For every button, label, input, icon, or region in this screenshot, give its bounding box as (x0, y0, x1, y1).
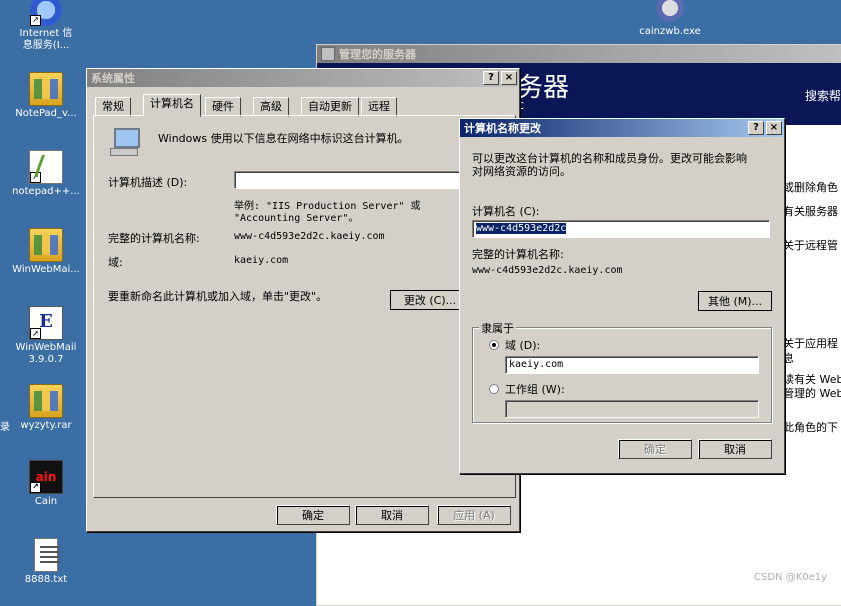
close-button[interactable]: × (766, 121, 782, 135)
dialog-title: 系统属性 (91, 72, 135, 85)
desktop-icon-label: 8888.txt (24, 574, 68, 585)
computer-name-selected-text: www-c4d593e2d2c (476, 223, 567, 234)
desktop-icon-label: notepad++... (12, 186, 80, 197)
side-text[interactable]: 此角色的下 (783, 419, 838, 435)
window-title: 管理您的服务器 (339, 48, 416, 61)
computer-name-label: 计算机名 (C): (472, 205, 540, 218)
description-label: 计算机描述 (D): (108, 176, 188, 189)
computer-name-change-titlebar[interactable]: 计算机名称更改 ? × (460, 119, 784, 137)
server-icon (321, 47, 335, 61)
member-of-label: 隶属于 (479, 320, 516, 336)
search-help-link[interactable]: 搜索帮 (805, 87, 841, 104)
tab-computer-name[interactable]: 计算机名 (143, 94, 201, 117)
desktop-icon-label: cainzwb.exe (639, 26, 701, 37)
tab-automatic-updates[interactable]: 自动更新 (301, 97, 359, 117)
folder-archive-icon (29, 228, 63, 262)
domain-radio[interactable] (489, 340, 499, 350)
workgroup-radio[interactable] (489, 384, 499, 394)
tab-hardware[interactable]: 硬件 (205, 97, 241, 117)
workgroup-radio-label[interactable]: 工作组 (W): (505, 381, 565, 397)
side-text[interactable]: 关于远程管 (783, 237, 838, 253)
iis-icon: ↗ (30, 0, 62, 26)
text-file-icon (34, 538, 60, 572)
member-of-group: 隶属于 域 (D): kaeiy.com 工作组 (W): (472, 320, 772, 423)
notepadpp-icon: ↗ (29, 150, 63, 184)
full-name-value: www-c4d593e2d2c.kaeiy.com (472, 265, 623, 276)
ok-button[interactable]: 确定 (276, 505, 350, 525)
desktop-icon-wyzyty[interactable]: wyzyty.rar (6, 384, 86, 432)
rar-archive-icon (29, 384, 63, 418)
rename-instruction: 要重新命名此计算机或加入域，单击"更改"。 (108, 290, 328, 303)
desktop-icon-label: wyzyty.rar (20, 420, 72, 431)
installer-icon (654, 0, 686, 24)
help-button[interactable]: ? (748, 121, 764, 135)
system-properties-dialog[interactable]: 系统属性 ? × 常规 计算机名 硬件 高级 自动更新 远程 Windows 使… (86, 68, 520, 532)
desktop-icon-iis[interactable]: ↗ Internet 信 息服务(I... (6, 0, 86, 52)
computer-name-panel: Windows 使用以下信息在网络中标识这台计算机。 计算机描述 (D): 举例… (93, 115, 516, 498)
desktop-icon-cain[interactable]: ain ↗ Cain (6, 460, 86, 508)
workgroup-input[interactable] (505, 400, 759, 418)
apply-button[interactable]: 应用 (A) (437, 505, 511, 525)
example-text-2: "Accounting Server"。 (234, 213, 359, 224)
full-name-label: 完整的计算机名称: (472, 248, 564, 261)
desktop-icon-label: WinWebMail 3.9.0.7 (15, 342, 77, 365)
cancel-button[interactable]: 取消 (355, 505, 429, 525)
intro-text-line-2: 对网络资源的访问。 (472, 165, 571, 178)
side-text[interactable]: 管理的 Web (783, 385, 841, 401)
help-button[interactable]: ? (483, 71, 499, 85)
more-button[interactable]: 其他 (M)... (698, 291, 772, 311)
system-properties-titlebar[interactable]: 系统属性 ? × (87, 69, 519, 87)
desktop-icon-8888-txt[interactable]: 8888.txt (6, 538, 86, 586)
banner-title: 务器 (517, 73, 570, 103)
change-button[interactable]: 更改 (C)... (390, 290, 470, 310)
computer-description-input[interactable] (234, 171, 470, 189)
desktop-icon-cainzwb[interactable]: cainzwb.exe (630, 0, 710, 38)
tab-remote[interactable]: 远程 (361, 97, 397, 117)
tab-general[interactable]: 常规 (95, 97, 131, 117)
side-text[interactable]: 或删除角色 (783, 179, 838, 195)
side-text[interactable]: 关于应用程 (783, 335, 838, 351)
manage-server-titlebar[interactable]: 管理您的服务器 (317, 45, 841, 63)
desktop-edge-fragment: 录 (0, 422, 10, 433)
desktop-icon-label: Internet 信 息服务(I... (19, 28, 73, 51)
desktop-icon-winwebmail-folder[interactable]: WinWebMai... (6, 228, 86, 276)
cancel-button[interactable]: 取消 (698, 439, 772, 459)
desktop-icon-label: Cain (34, 496, 58, 507)
cain-icon: ain ↗ (29, 460, 63, 494)
ok-button[interactable]: 确定 (618, 439, 692, 459)
computer-name-change-dialog[interactable]: 计算机名称更改 ? × 可以更改这台计算机的名称和成员身份。更改可能会影响 对网… (459, 118, 785, 474)
full-name-label: 完整的计算机名称: (108, 232, 200, 245)
full-name-value: www-c4d593e2d2c.kaeiy.com (234, 231, 385, 242)
domain-value: kaeiy.com (234, 255, 289, 266)
computer-network-icon (108, 128, 140, 156)
folder-archive-icon (29, 72, 63, 106)
dialog-title: 计算机名称更改 (464, 122, 541, 135)
computer-name-input[interactable]: www-c4d593e2d2c (472, 220, 770, 238)
desktop-icon-notepad-v[interactable]: NotePad_v... (6, 72, 86, 120)
domain-radio-label[interactable]: 域 (D): (505, 337, 540, 353)
desktop-icon-notepadpp[interactable]: ↗ notepad++... (6, 150, 86, 198)
desktop-icon-label: NotePad_v... (15, 108, 77, 119)
intro-text: Windows 使用以下信息在网络中标识这台计算机。 (158, 132, 409, 145)
domain-input[interactable]: kaeiy.com (505, 356, 759, 374)
desktop-icon-winwebmail[interactable]: E ↗ WinWebMail 3.9.0.7 (6, 306, 86, 366)
winwebmail-icon: E ↗ (29, 306, 63, 340)
watermark: CSDN @K0e1y (754, 572, 828, 583)
close-button[interactable]: × (501, 71, 517, 85)
domain-label: 域: (108, 256, 123, 269)
tab-advanced[interactable]: 高级 (253, 97, 289, 117)
side-text[interactable]: 有关服务器 (783, 203, 838, 219)
desktop-icon-label: WinWebMai... (12, 264, 80, 275)
